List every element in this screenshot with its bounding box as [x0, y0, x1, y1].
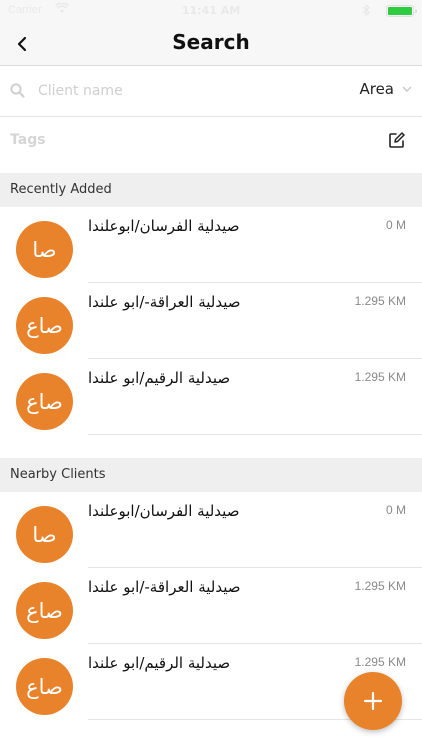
- search-icon: [10, 83, 25, 102]
- chevron-down-icon: [402, 86, 412, 92]
- list-item[interactable]: صاع صيدلية العراقة-/ابو علندا 1.295 KM: [0, 283, 422, 359]
- tags-row: Tags: [0, 117, 422, 173]
- distance-label: 1.295 KM: [354, 294, 406, 308]
- avatar: صاع: [16, 373, 73, 430]
- edit-tags-button[interactable]: [388, 131, 408, 151]
- area-select-label: Area: [359, 80, 394, 98]
- divider: [88, 434, 422, 435]
- section-header-recent: Recently Added: [0, 173, 422, 207]
- section-title: Recently Added: [10, 182, 112, 197]
- client-name: صيدلية العراقة-/ابو علندا: [88, 578, 241, 596]
- distance-label: 0 M: [385, 503, 406, 517]
- status-bar: Carrier 11:41 AM: [0, 0, 422, 22]
- list-item[interactable]: صاع صيدلية الرقيم/ابو علندا 1.295 KM: [0, 359, 422, 435]
- edit-icon: [389, 132, 405, 148]
- search-bar: Area: [0, 66, 422, 117]
- client-name: صيدلية الفرسان/ابوعلندا: [88, 217, 240, 235]
- avatar: صاع: [16, 297, 73, 354]
- distance-label: 1.295 KM: [354, 579, 406, 593]
- list-item[interactable]: صا صيدلية الفرسان/ابوعلندا 0 M: [0, 492, 422, 568]
- avatar: صا: [16, 221, 73, 278]
- client-name: صيدلية العراقة-/ابو علندا: [88, 293, 241, 311]
- list-item[interactable]: صاع صيدلية العراقة-/ابو علندا 1.295 KM: [0, 568, 422, 644]
- page-title: Search: [172, 30, 250, 54]
- area-select[interactable]: Area: [359, 80, 412, 98]
- distance-label: 0 M: [385, 218, 406, 232]
- section-header-nearby: Nearby Clients: [0, 458, 422, 492]
- list-item[interactable]: صا صيدلية الفرسان/ابوعلندا 0 M: [0, 207, 422, 283]
- status-time: 11:41 AM: [181, 4, 241, 17]
- battery-fill: [388, 7, 412, 15]
- nav-bar: Search: [0, 22, 422, 66]
- plus-icon: [363, 691, 383, 711]
- avatar: صا: [16, 506, 73, 563]
- client-name: صيدلية الرقيم/ابو علندا: [88, 654, 231, 672]
- client-name-input[interactable]: [38, 78, 278, 104]
- distance-label: 1.295 KM: [354, 655, 406, 669]
- battery-icon: [386, 5, 417, 17]
- bluetooth-icon: [362, 3, 370, 19]
- section-title: Nearby Clients: [10, 467, 106, 482]
- tags-label: Tags: [10, 132, 46, 148]
- add-client-button[interactable]: [344, 672, 402, 730]
- avatar: صاع: [16, 658, 73, 715]
- client-name: صيدلية الفرسان/ابوعلندا: [88, 502, 240, 520]
- avatar: صاع: [16, 582, 73, 639]
- distance-label: 1.295 KM: [354, 370, 406, 384]
- client-name: صيدلية الرقيم/ابو علندا: [88, 369, 231, 387]
- recent-list: صا صيدلية الفرسان/ابوعلندا 0 M صاع صيدلي…: [0, 207, 422, 435]
